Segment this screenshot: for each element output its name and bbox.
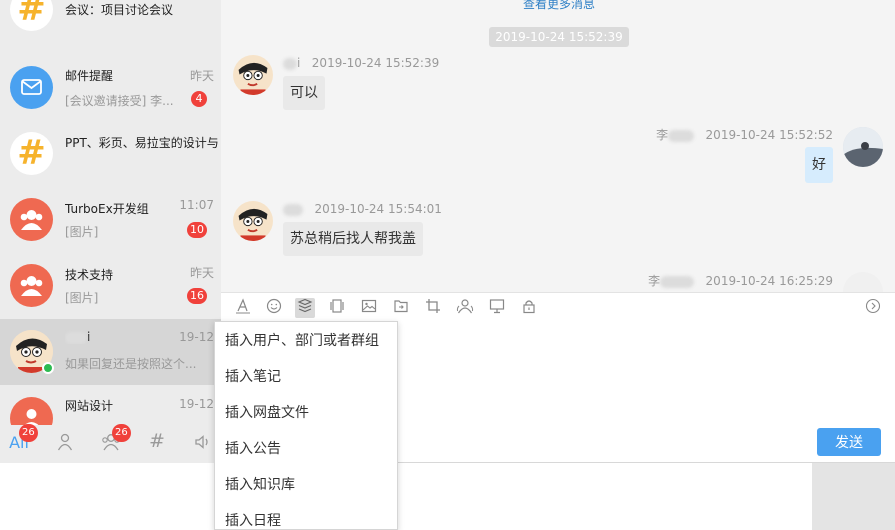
message-meta: 2019-10-24 15:54:01 — [283, 202, 442, 216]
message-meta: 李 2019-10-24 15:52:52 — [656, 126, 833, 143]
message-bubble[interactable]: 苏总稍后找人帮我盖 — [283, 222, 423, 256]
insert-menu: 插入用户、部门或者群组 插入笔记 插入网盘文件 插入公告 插入知识库 插入日程 — [214, 321, 398, 530]
unread-badge: 4 — [191, 91, 207, 107]
conversation-time: 11:07 — [179, 198, 214, 212]
message-meta: 李 2019-10-24 16:25:29 — [648, 272, 833, 289]
conversation-name: PPT、彩页、易拉宝的设计与 — [65, 136, 219, 150]
conversation-preview: [会议邀请接受] 李... — [65, 94, 174, 108]
conversation-name-text: i — [87, 330, 91, 344]
menu-item-insert-knowledge-base[interactable]: 插入知识库 — [215, 467, 397, 503]
conversation-name: 会议：项目讨论会议 — [65, 3, 174, 17]
app-window: # 会议：项目讨论会议 邮件提醒 昨天 [会议邀请接受] 李... 4 # PP… — [0, 0, 895, 530]
online-status-icon — [42, 362, 54, 374]
emoji-icon[interactable] — [264, 298, 284, 318]
conversation-preview: [图片] — [65, 225, 99, 239]
message-meta: i 2019-10-24 15:52:39 — [283, 56, 439, 70]
message-time: 2019-10-24 15:52:39 — [311, 56, 440, 70]
unread-badge: 16 — [187, 288, 207, 304]
bottom-panel-gray — [812, 463, 895, 530]
menu-item-insert-note[interactable]: 插入笔记 — [215, 359, 397, 395]
menu-item-insert-user[interactable]: 插入用户、部门或者群组 — [215, 323, 397, 359]
message-bubble[interactable]: 好 — [805, 147, 833, 183]
hash-icon: # — [10, 132, 53, 175]
conversation-preview: [图片] — [65, 291, 99, 305]
load-more-link[interactable]: 查看更多消息 — [523, 0, 595, 12]
sender-name: 李 — [648, 274, 661, 288]
mail-icon — [10, 66, 53, 109]
send-button[interactable]: 发送 — [817, 428, 881, 456]
cartoon-avatar[interactable] — [233, 55, 273, 95]
insert-icon[interactable] — [295, 298, 315, 318]
nav-groups-badge: 26 — [112, 424, 131, 442]
contact-icon[interactable] — [54, 433, 76, 456]
image-icon[interactable] — [359, 298, 379, 318]
conversation-sidebar: # 会议：项目讨论会议 邮件提醒 昨天 [会议邀请接受] 李... 4 # PP… — [0, 0, 221, 463]
cartoon-avatar[interactable] — [233, 201, 273, 241]
composer-toolbar — [221, 292, 895, 322]
sender-name: i — [297, 56, 301, 70]
conversation-time: 昨天 — [189, 69, 214, 83]
message-time: 2019-10-24 15:52:52 — [705, 128, 833, 142]
speaker-icon[interactable] — [192, 433, 214, 456]
message-time: 2019-10-24 16:25:29 — [705, 274, 833, 288]
group-icon — [10, 198, 53, 241]
screen-share-icon[interactable] — [487, 298, 507, 318]
menu-item-insert-drive-file[interactable]: 插入网盘文件 — [215, 395, 397, 431]
unread-badge: 10 — [187, 222, 207, 238]
group-icon — [10, 264, 53, 307]
time-separator: 2019-10-24 15:52:39 — [489, 27, 629, 47]
chevron-right-circle-icon[interactable] — [863, 298, 883, 318]
sender-name: 李 — [656, 128, 669, 142]
message-time: 2019-10-24 15:54:01 — [314, 202, 442, 216]
lock-icon[interactable] — [519, 298, 539, 318]
channel-hash-icon[interactable]: # — [146, 430, 168, 452]
font-icon[interactable] — [233, 298, 253, 318]
conversation-item[interactable]: TurboEx开发组 11:07 [图片] 10 — [0, 176, 221, 242]
screenshot-icon[interactable] — [327, 298, 347, 318]
chat-message-area: 查看更多消息 2019-10-24 15:52:39 i 2019-10-24 … — [221, 0, 895, 312]
sidebar-bottom-nav: All 26 26 # — [0, 424, 221, 463]
conversation-item[interactable]: 邮件提醒 昨天 [会议邀请接受] 李... 4 — [0, 44, 221, 110]
bottom-panel — [0, 463, 812, 530]
conversation-time: 19-12 — [179, 397, 214, 411]
contacts-icon[interactable] — [455, 298, 475, 318]
conversation-item[interactable]: # PPT、彩页、易拉宝的设计与 — [0, 110, 221, 176]
menu-item-insert-schedule[interactable]: 插入日程 — [215, 503, 397, 530]
file-icon[interactable] — [391, 298, 411, 318]
message-bubble[interactable]: 可以 — [283, 76, 325, 110]
conversation-time: 19-12 — [179, 330, 214, 344]
conversation-preview: 如果回复还是按照这个... — [65, 357, 197, 371]
nav-all-badge: 26 — [19, 424, 38, 442]
hash-icon: # — [10, 0, 53, 31]
user-avatar[interactable] — [843, 127, 883, 167]
conversation-time: 昨天 — [189, 266, 214, 280]
crop-icon[interactable] — [423, 298, 443, 318]
menu-item-insert-announcement[interactable]: 插入公告 — [215, 431, 397, 467]
conversation-item[interactable]: # 会议：项目讨论会议 — [0, 0, 221, 44]
conversation-item[interactable]: 技术支持 昨天 [图片] 16 — [0, 242, 221, 308]
conversation-item-selected[interactable]: i 19-12 如果回复还是按照这个... — [0, 319, 221, 385]
